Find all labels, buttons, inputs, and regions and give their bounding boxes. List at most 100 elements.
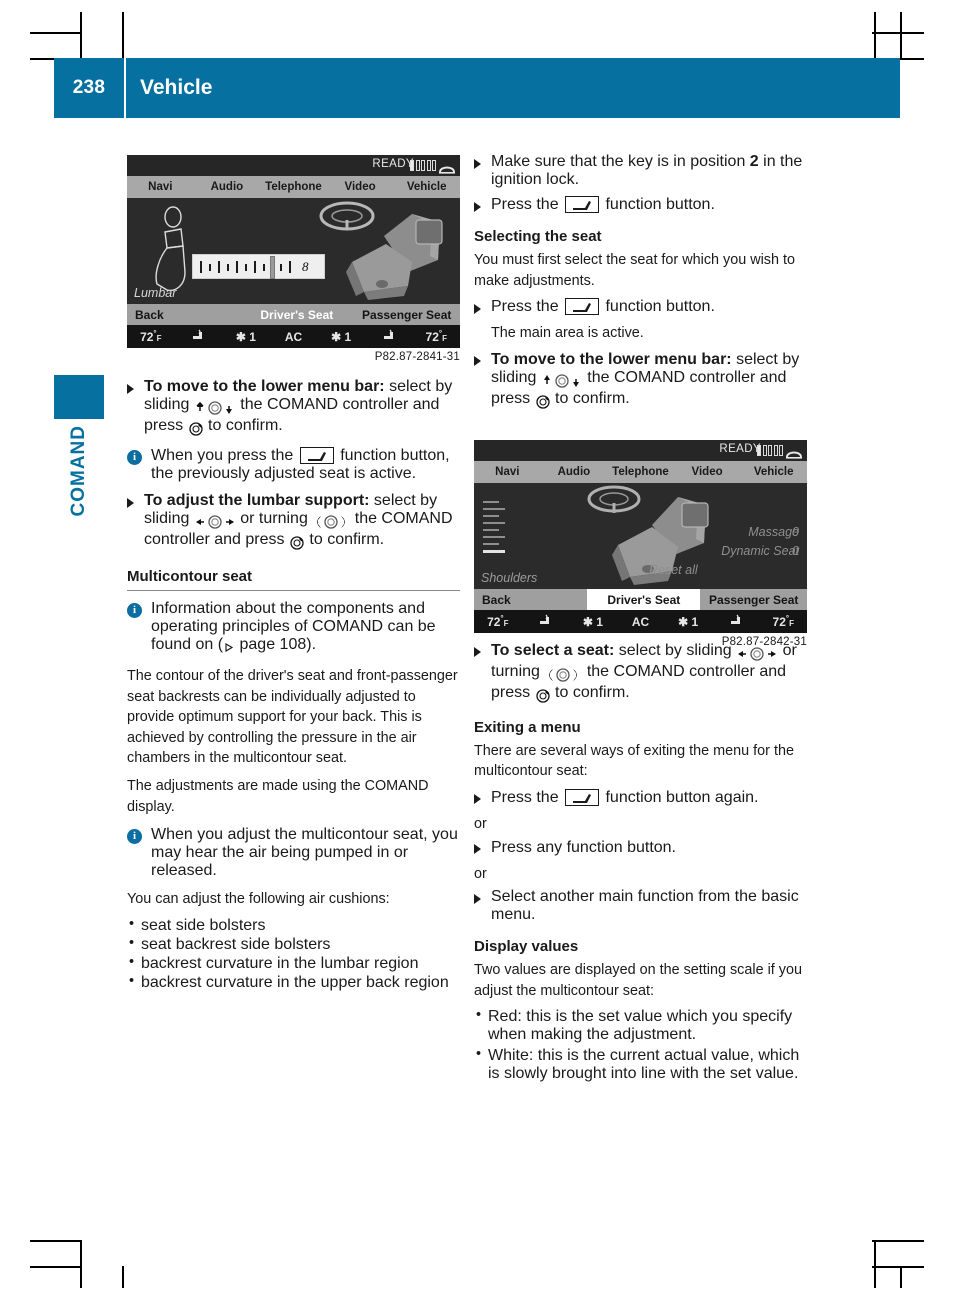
step-text-1: Press the <box>491 298 564 316</box>
step-text-4: to confirm. <box>304 531 385 548</box>
fan-right-level: ✱ 1 <box>331 329 352 344</box>
display-main-menu-bar[interactable]: Navi Audio Telephone Video Vehicle <box>127 176 460 198</box>
section-heading-multicontour-seat: Multicontour seat <box>127 568 460 591</box>
alternative-connector-2: or <box>474 865 487 882</box>
seat-3d-graphic <box>319 201 443 300</box>
list-item: seat side bolsters <box>127 916 460 935</box>
step-bullet-icon <box>474 158 481 169</box>
step-text-3: to confirm. <box>550 389 630 407</box>
step-text-1: select by sliding <box>614 641 737 659</box>
key-position-value: 2 <box>749 153 759 170</box>
step-move-lower-menu-bar: To move to the lower menu bar: select by… <box>127 378 460 438</box>
softkey-back[interactable]: Back <box>127 304 240 325</box>
paragraph-exiting-intro: There are several ways of exiting the me… <box>474 742 794 780</box>
slide-updown-icon <box>542 372 582 390</box>
seat-heating-left-icon <box>175 329 223 345</box>
step-bullet-icon <box>474 356 481 367</box>
step-key-position: Make sure that the key is in position 2 … <box>474 153 807 189</box>
step-label: To adjust the lumbar support: <box>144 492 370 509</box>
scale-ticks <box>200 255 296 279</box>
page-number: 238 <box>72 77 106 98</box>
scale-marker <box>270 255 275 279</box>
comand-display-lumbar: READY Navi Audio Telephone Video Vehicle <box>127 155 460 363</box>
backrest-outline-graphic <box>155 206 186 292</box>
chapter-tab-text: COMAND <box>68 425 89 517</box>
step-select-a-seat: To select a seat: select by sliding or t… <box>474 642 807 705</box>
step-bullet-icon <box>474 844 481 855</box>
step-text-4: to confirm. <box>550 683 630 701</box>
menu-item-vehicle[interactable]: Vehicle <box>393 181 460 193</box>
press-controller-icon <box>188 420 203 438</box>
heading-exiting-a-menu: Exiting a menu <box>474 718 581 736</box>
crop-mark <box>80 1240 82 1288</box>
list-item: seat backrest side bolsters <box>127 935 460 954</box>
page-title: Vehicle <box>140 76 213 99</box>
list-item: White: this is the current actual value,… <box>474 1046 807 1083</box>
ready-status-text: READY <box>372 158 414 170</box>
note-comand-info: i Information about the components and o… <box>127 600 460 657</box>
note-function-button: i When you press the function button, th… <box>127 447 460 483</box>
crop-mark <box>900 1266 902 1288</box>
info-icon: i <box>127 829 142 845</box>
step-text-1: Make sure that the key is in position <box>491 153 750 170</box>
menu-item-telephone[interactable]: Telephone <box>260 181 327 193</box>
seat-function-button-icon <box>565 196 600 213</box>
crop-mark <box>122 1266 124 1288</box>
menu-item-video[interactable]: Video <box>327 181 394 193</box>
info-icon: i <box>127 603 142 618</box>
climate-left-temp: 72°F <box>140 329 162 344</box>
press-controller-icon <box>290 534 304 552</box>
menu-item-navi[interactable]: Navi <box>127 181 194 193</box>
lumbar-setting-scale[interactable]: 8 <box>192 254 325 279</box>
list-item: backrest curvature in the upper back reg… <box>127 973 460 992</box>
softkey-passenger-seat[interactable]: Passenger Seat <box>353 304 460 325</box>
press-controller-icon <box>535 393 550 411</box>
seat-function-button-icon <box>565 788 600 806</box>
paragraph-cushions-intro: You can adjust the following air cushion… <box>127 891 390 908</box>
crop-mark <box>872 1266 924 1268</box>
step-text-2: or turning <box>235 510 313 527</box>
paragraph-display-values: Two values are displayed on the setting … <box>474 962 802 999</box>
display-climate-bar: 72°F ✱ 1 AC ✱ 1 72°F <box>127 325 460 348</box>
crop-mark <box>900 12 902 58</box>
step-text: Press any function button. <box>491 838 676 856</box>
slide-leftright-icon <box>737 645 777 663</box>
seat-function-button-icon <box>299 447 334 464</box>
softkey-drivers-seat[interactable]: Driver's Seat <box>240 304 353 325</box>
display-main-area: 8 Lumbar <box>127 198 460 304</box>
paragraph-select-seat: You must first select the seat for which… <box>474 252 796 289</box>
figure-spacer <box>474 418 807 642</box>
paragraph-main-area-active: The main area is active. <box>491 325 644 342</box>
press-controller-icon <box>535 687 550 705</box>
lumbar-area-label: Lumbar <box>134 286 177 300</box>
step-text-1: Press the <box>491 196 564 213</box>
header-divider <box>124 58 126 118</box>
step-bullet-icon <box>127 383 134 394</box>
turn-controller-icon <box>313 513 349 531</box>
heading-selecting-the-seat: Selecting the seat <box>474 228 602 245</box>
heading-display-values: Display values <box>474 938 579 956</box>
step-press-seat-function-button: Press the function button. <box>474 196 807 214</box>
paragraph-adjustments-display: The adjustments are made using the COMAN… <box>127 777 429 815</box>
step-text-2: function button. <box>601 298 715 316</box>
step-text-2: function button again. <box>601 788 759 806</box>
crop-mark <box>30 1240 82 1242</box>
step-bullet-icon <box>474 303 481 314</box>
step-text-1: Press the <box>491 788 564 806</box>
step-bullet-icon <box>474 794 481 805</box>
turn-controller-icon <box>545 666 581 684</box>
lumbar-scale-value: 8 <box>302 258 309 274</box>
display-status-bar: READY <box>127 155 460 176</box>
seat-heating-right-icon <box>365 329 413 345</box>
note-air-pump: i When you adjust the multicontour seat,… <box>127 826 460 880</box>
display-softkey-bar[interactable]: Back Driver's Seat Passenger Seat <box>127 304 460 325</box>
step-text-3: to confirm. <box>203 417 283 434</box>
list-item: Red: this is the set value which you spe… <box>474 1007 807 1044</box>
crop-mark <box>30 1266 82 1268</box>
slide-leftright-icon <box>195 513 235 531</box>
note-text-2: page 108). <box>235 636 317 653</box>
step-adjust-lumbar-support: To adjust the lumbar support: select by … <box>127 492 460 552</box>
step-press-any-function-button: Press any function button. <box>474 839 807 857</box>
step-press-seat-function-button-2: Press the function button. <box>474 298 807 316</box>
menu-item-audio[interactable]: Audio <box>194 181 261 193</box>
